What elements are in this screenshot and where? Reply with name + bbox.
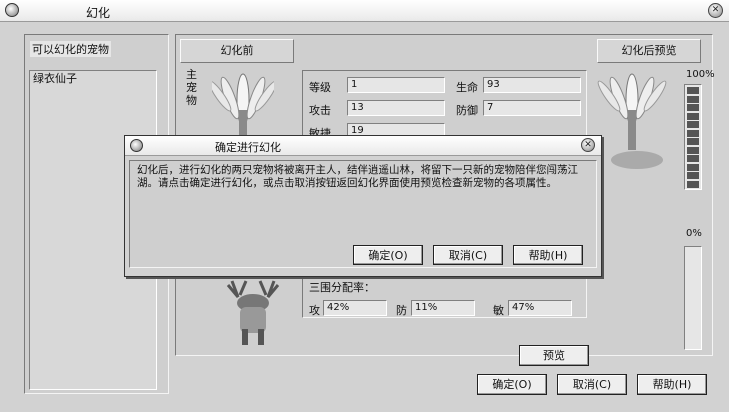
distribution-label: 三围分配率： <box>309 281 375 294</box>
meter-segment <box>687 95 699 103</box>
bottom-meter <box>684 246 702 350</box>
defense-label: 防御 <box>456 104 478 117</box>
dialog-titlebar: 确定进行幻化 ✕ <box>125 136 601 156</box>
before-header: 幻化前 <box>180 39 294 63</box>
app-icon <box>5 3 19 17</box>
dist-attack-label: 攻 <box>309 304 320 317</box>
dist-agility-label: 敏 <box>493 304 504 317</box>
window-title: 幻化 <box>86 6 111 20</box>
meter-segment <box>687 138 699 145</box>
window-titlebar: 幻化 ✕ <box>0 0 729 22</box>
top-meter <box>684 84 702 190</box>
confirm-button[interactable]: 确定(O) <box>477 374 547 395</box>
meter-bottom-label: 0% <box>686 228 702 239</box>
attack-value: 13 <box>347 100 445 116</box>
confirm-dialog: 确定进行幻化 ✕ 幻化后，进行幻化的两只宠物将被离开主人，结伴逍遥山林，将留下一… <box>124 135 602 277</box>
close-icon[interactable]: ✕ <box>708 3 723 18</box>
level-value: 1 <box>347 77 445 93</box>
meter-segment <box>687 112 699 120</box>
dialog-help-button[interactable]: 帮助(H) <box>513 245 583 265</box>
preview-button[interactable]: 预览 <box>519 345 589 366</box>
meter-segment <box>687 155 699 162</box>
help-button[interactable]: 帮助(H) <box>637 374 707 395</box>
meter-top-label: 100% <box>686 69 715 80</box>
meter-segment <box>687 129 699 137</box>
dialog-message: 幻化后，进行幻化的两只宠物将被离开主人，结伴逍遥山林，将留下一只新的宠物陪伴您闯… <box>137 164 578 189</box>
main-pet-image <box>208 70 278 140</box>
after-pet-image <box>597 70 667 180</box>
life-label: 生命 <box>456 81 478 94</box>
defense-value: 7 <box>483 100 581 116</box>
list-item[interactable]: 绿衣仙子 <box>33 71 156 87</box>
dialog-close-icon[interactable]: ✕ <box>581 138 595 152</box>
pet-list-header: 可以幻化的宠物 <box>30 41 111 57</box>
dialog-confirm-button[interactable]: 确定(O) <box>353 245 423 265</box>
dist-agility-value: 47% <box>508 300 572 316</box>
dialog-cancel-button[interactable]: 取消(C) <box>433 245 503 265</box>
meter-segment <box>687 180 699 188</box>
cancel-button[interactable]: 取消(C) <box>557 374 627 395</box>
dist-attack-value: 42% <box>323 300 387 316</box>
meter-segment <box>687 104 699 111</box>
dialog-icon <box>130 139 143 152</box>
meter-segment <box>687 146 699 154</box>
level-label: 等级 <box>309 81 331 94</box>
meter-segment <box>687 172 699 179</box>
meter-segment <box>687 163 699 171</box>
life-value: 93 <box>483 77 581 93</box>
dialog-title: 确定进行幻化 <box>215 141 281 154</box>
attack-label: 攻击 <box>309 104 331 117</box>
meter-segment <box>687 87 699 94</box>
dist-defense-value: 11% <box>411 300 475 316</box>
secondary-pet-image <box>218 277 288 349</box>
dist-defense-label: 防 <box>396 304 407 317</box>
meter-segment <box>687 121 699 128</box>
after-header: 幻化后预览 <box>597 39 701 63</box>
main-pet-label: 主宠物 <box>186 68 197 107</box>
